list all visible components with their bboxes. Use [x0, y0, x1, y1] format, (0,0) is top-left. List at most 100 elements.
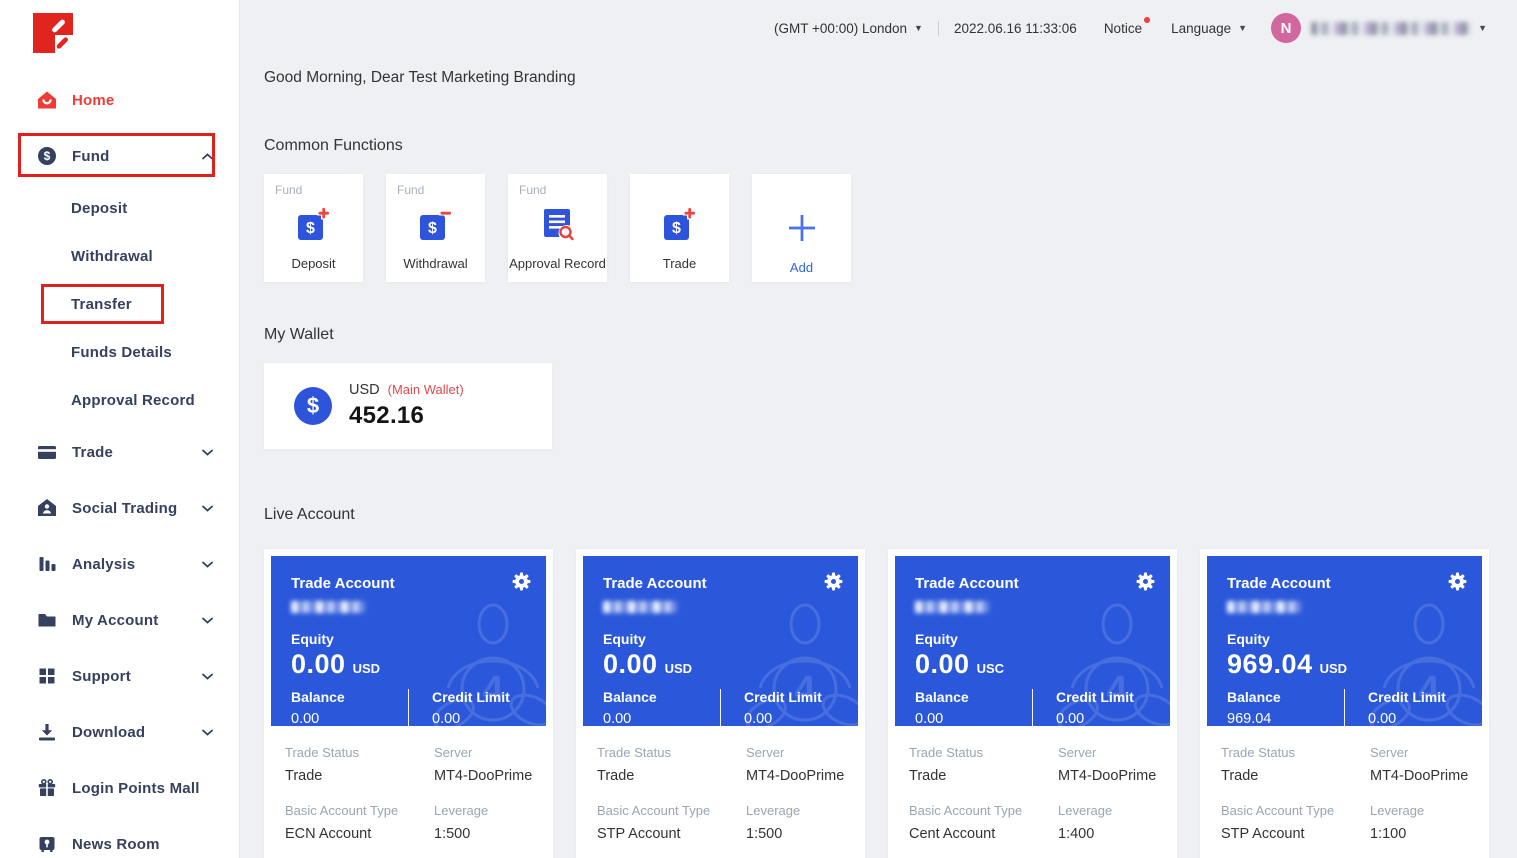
sidebar-item-login-points-mall[interactable]: Login Points Mall — [0, 760, 239, 816]
chevron-down-icon — [202, 667, 213, 685]
user-menu[interactable]: ▼ — [1301, 22, 1487, 35]
balance-label: Balance — [603, 689, 720, 705]
folder-icon — [36, 610, 58, 630]
account-card-title: Trade Account — [603, 575, 838, 592]
credit-limit-value: 0.00 — [432, 711, 510, 726]
balance-label: Balance — [915, 689, 1032, 705]
equity-label: Equity — [603, 631, 838, 647]
equity-currency: USD — [665, 661, 692, 676]
language-label: Language — [1171, 21, 1231, 36]
shortcut-card-add[interactable]: Add — [752, 174, 851, 282]
gear-icon[interactable] — [1136, 572, 1155, 596]
wallet-info: USD (Main Wallet) 452.16 — [349, 382, 464, 430]
withdrawal-icon: $ — [418, 206, 454, 242]
credit-limit-label: Credit Limit — [1056, 689, 1134, 705]
balance-label: Balance — [291, 689, 408, 705]
card-tag: Fund — [397, 183, 424, 197]
sidebar-item-social-trading[interactable]: Social Trading — [0, 480, 239, 536]
notice-label: Notice — [1104, 21, 1142, 36]
user-avatar[interactable]: N — [1271, 13, 1301, 43]
sidebar-item-support[interactable]: Support — [0, 648, 239, 704]
timezone-selector[interactable]: (GMT +00:00) London ▼ — [774, 21, 923, 36]
card-label: Trade — [630, 256, 729, 271]
sidebar-item-home[interactable]: Home — [0, 72, 239, 128]
balance-value: 969.04 — [1227, 711, 1344, 726]
datetime-label: 2022.06.16 11:33:06 — [954, 21, 1077, 36]
equity-value: 0.00 — [291, 649, 346, 680]
credit-limit-value: 0.00 — [744, 711, 822, 726]
timezone-label: (GMT +00:00) London — [774, 21, 907, 36]
chevron-down-icon — [202, 443, 213, 461]
equity-currency: USD — [1320, 661, 1347, 676]
shortcut-card-approval-record[interactable]: Fund Approval Record — [508, 174, 607, 282]
sidebar-subitem-deposit[interactable]: Deposit — [0, 184, 239, 232]
trade-status-label: Trade Status — [597, 745, 746, 760]
shortcut-card-trade[interactable]: $ Trade — [630, 174, 729, 282]
sidebar-item-analysis[interactable]: Analysis — [0, 536, 239, 592]
server-value: MT4-DooPrime-Li... — [1058, 768, 1156, 784]
credit-limit-value: 0.00 — [1368, 711, 1446, 726]
common-functions-row: Fund $ Deposit Fund $ Withdrawal — [264, 174, 1517, 282]
account-type-value: Cent Account — [909, 826, 1058, 842]
card-tag: Fund — [519, 183, 546, 197]
my-wallet-title: My Wallet — [264, 326, 1517, 344]
shortcut-card-withdrawal[interactable]: Fund $ Withdrawal — [386, 174, 485, 282]
server-value: MT4-DooPrime-Li... — [1370, 768, 1468, 784]
sidebar-subitem-funds-details[interactable]: Funds Details — [0, 328, 239, 376]
leverage-value: 1:100 — [1370, 826, 1468, 842]
card-tag: Fund — [275, 183, 302, 197]
main-wallet-tag: (Main Wallet) — [388, 382, 464, 397]
sidebar-subitem-approval-record[interactable]: Approval Record — [0, 376, 239, 424]
equity-value: 0.00 — [603, 649, 658, 680]
sidebar-item-news-room[interactable]: News Room — [0, 816, 239, 858]
leverage-value: 1:500 — [746, 826, 844, 842]
wallet-currency: USD — [349, 382, 380, 398]
account-card-title: Trade Account — [291, 575, 526, 592]
common-functions-title: Common Functions — [264, 137, 1517, 155]
card-icon — [36, 442, 58, 462]
trade-status-value: Trade — [285, 768, 434, 784]
shortcut-card-deposit[interactable]: Fund $ Deposit — [264, 174, 363, 282]
sidebar-subitem-withdrawal[interactable]: Withdrawal — [0, 232, 239, 280]
account-type-label: Basic Account Type — [909, 803, 1058, 818]
balance-value: 0.00 — [915, 711, 1032, 726]
server-label: Server — [1370, 745, 1468, 760]
server-value: MT4-DooPrime-Li... — [434, 768, 532, 784]
sidebar-item-fund[interactable]: $ Fund — [0, 128, 239, 184]
credit-limit-value: 0.00 — [1056, 711, 1134, 726]
topbar-divider — [938, 21, 939, 36]
equity-label: Equity — [291, 631, 526, 647]
chevron-up-icon — [202, 147, 213, 165]
account-type-label: Basic Account Type — [285, 803, 434, 818]
chevron-down-icon — [202, 499, 213, 517]
trade-status-value: Trade — [597, 768, 746, 784]
notice-button[interactable]: Notice — [1104, 21, 1142, 36]
brand-logo-icon[interactable] — [33, 13, 73, 53]
gear-icon[interactable] — [824, 572, 843, 596]
credit-limit-label: Credit Limit — [1368, 689, 1446, 705]
sidebar-item-download[interactable]: Download — [0, 704, 239, 760]
language-selector[interactable]: Language ▼ — [1171, 21, 1247, 36]
account-card: Trade Account Equity 0.00 USD Balance 0.… — [264, 549, 553, 858]
gear-icon[interactable] — [1448, 572, 1467, 596]
account-card: Trade Account Equity 0.00 USD Balance 0.… — [576, 549, 865, 858]
gear-icon[interactable] — [512, 572, 531, 596]
sidebar-item-trade[interactable]: Trade — [0, 424, 239, 480]
account-card-info: Trade StatusTrade ServerMT4-DooPrime-Li.… — [1207, 745, 1482, 842]
account-card-header: Trade Account Equity 969.04 USD Balance … — [1207, 556, 1482, 726]
card-label: Deposit — [264, 256, 363, 271]
account-card-info: Trade StatusTrade ServerMT4-DooPrime-Li.… — [271, 745, 546, 842]
sidebar-subitem-transfer[interactable]: Transfer — [0, 280, 239, 328]
account-card-title: Trade Account — [915, 575, 1150, 592]
account-card-header: Trade Account Equity 0.00 USD Balance 0.… — [271, 556, 546, 726]
gift-icon — [36, 778, 58, 798]
trade-status-value: Trade — [909, 768, 1058, 784]
account-card-info: Trade StatusTrade ServerMT4-DooPrime-Li.… — [895, 745, 1170, 842]
trade-status-label: Trade Status — [909, 745, 1058, 760]
svg-text:$: $ — [672, 220, 681, 237]
sidebar-item-my-account[interactable]: My Account — [0, 592, 239, 648]
account-number-redacted — [915, 601, 989, 613]
topbar: (GMT +00:00) London ▼ 2022.06.16 11:33:0… — [264, 0, 1517, 56]
server-value: MT4-DooPrime-Li... — [746, 768, 844, 784]
app-window: Home $ Fund Deposit Withdrawal Transfer … — [0, 0, 1517, 858]
